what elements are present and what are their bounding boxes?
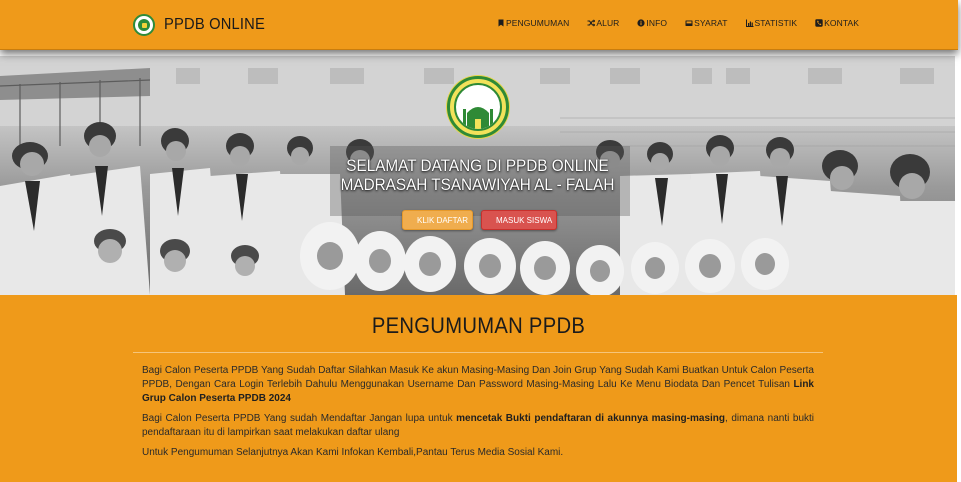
nav-item-pengumuman[interactable]: PENGUMUMAN (497, 18, 569, 28)
announcement-paragraph: Bagi Calon Peserta PPDB Yang Sudah Dafta… (142, 364, 814, 406)
hero-title-line1: SELAMAT DATANG DI PPDB ONLINE (346, 156, 609, 175)
madrasah-emblem-icon (447, 76, 509, 138)
announcement-text: Untuk Pengumuman Selanjutnya Akan Kami I… (142, 447, 564, 458)
nav-label: SYARAT (694, 18, 728, 28)
top-navbar: PPDB ONLINE PENGUMUMAN ALUR INFO SYARAT … (0, 0, 958, 50)
student-login-button-label: MASUK SISWA (496, 215, 553, 225)
nav-item-info[interactable]: INFO (637, 18, 667, 28)
hero-banner: SELAMAT DATANG DI PPDB ONLINE MADRASAH T… (0, 56, 955, 295)
register-button-label: KLIK DAFTAR (417, 215, 468, 225)
bookmark-icon (498, 19, 504, 27)
hero-actions: KLIK DAFTAR MASUK SISWA (402, 210, 557, 230)
main-nav: PENGUMUMAN ALUR INFO SYARAT STATISTIK KO… (497, 18, 859, 28)
announcement-body: Bagi Calon Peserta PPDB Yang Sudah Dafta… (142, 364, 814, 466)
announcement-text: Bagi Calon Peserta PPDB Yang Sudah Dafta… (142, 365, 814, 390)
nav-item-alur[interactable]: ALUR (587, 18, 619, 28)
announcement-emphasis: mencetak Bukti pendaftaran di akunnya ma… (456, 413, 725, 424)
inbox-icon (685, 20, 693, 26)
nav-item-statistik[interactable]: STATISTIK (745, 18, 798, 28)
brand[interactable]: PPDB ONLINE (133, 12, 274, 38)
hero-title-line2: MADRASAH TSANAWIYAH AL - FALAH (340, 175, 615, 194)
nav-label: PENGUMUMAN (506, 18, 570, 28)
nav-label: KONTAK (824, 18, 860, 28)
student-login-button[interactable]: MASUK SISWA (481, 210, 557, 230)
register-button[interactable]: KLIK DAFTAR (402, 210, 473, 230)
announcement-text: Bagi Calon Peserta PPDB Yang sudah Menda… (142, 413, 457, 424)
school-logo-icon (133, 14, 155, 36)
info-icon (637, 19, 646, 27)
nav-item-syarat[interactable]: SYARAT (685, 18, 727, 28)
divider (133, 352, 823, 353)
page: PPDB ONLINE PENGUMUMAN ALUR INFO SYARAT … (0, 0, 961, 482)
hero-title: SELAMAT DATANG DI PPDB ONLINE MADRASAH T… (48, 156, 908, 194)
announcement-paragraph: Untuk Pengumuman Selanjutnya Akan Kami I… (142, 446, 814, 460)
bar-chart-icon (745, 19, 753, 27)
announcement-paragraph: Bagi Calon Peserta PPDB Yang sudah Menda… (142, 412, 814, 440)
brand-name: PPDB ONLINE (164, 16, 266, 33)
nav-label: STATISTIK (754, 18, 798, 28)
announcement-section: PENGUMUMAN PPDB Bagi Calon Peserta PPDB … (0, 295, 957, 482)
shuffle-icon (587, 19, 596, 27)
announcement-title: PENGUMUMAN PPDB (371, 313, 586, 338)
phone-icon (815, 19, 823, 27)
nav-label: INFO (646, 18, 668, 28)
nav-label: ALUR (596, 18, 620, 28)
nav-item-kontak[interactable]: KONTAK (815, 18, 859, 28)
